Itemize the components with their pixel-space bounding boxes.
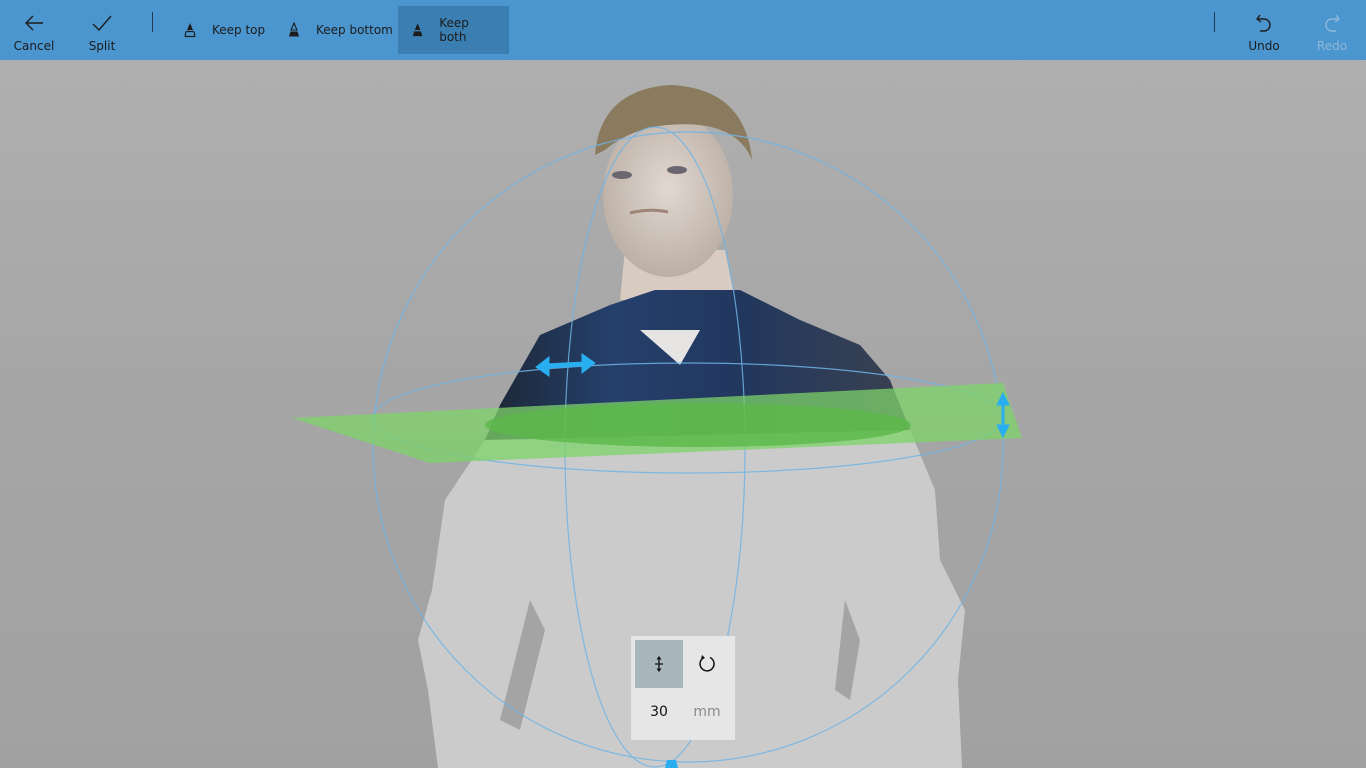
model-eye-left	[612, 171, 632, 179]
keep-bottom-button[interactable]: Keep bottom	[274, 6, 405, 54]
cut-section	[485, 403, 911, 447]
rotate-mode-button[interactable]	[683, 640, 731, 688]
keep-both-button[interactable]: Keep both	[398, 6, 509, 54]
redo-button[interactable]: Redo	[1308, 0, 1356, 60]
undo-button[interactable]: Undo	[1240, 0, 1288, 60]
redo-icon	[1325, 14, 1340, 32]
move-mode-button[interactable]	[635, 640, 683, 688]
toolbar: Cancel Split Keep top Keep bottom Keep b…	[0, 0, 1366, 60]
keep-both-icon	[412, 23, 423, 37]
checkmark-icon	[92, 15, 112, 32]
move-icon	[655, 656, 663, 672]
keep-top-label: Keep top	[212, 23, 266, 37]
split-label: Split	[88, 39, 116, 53]
cancel-label: Cancel	[13, 39, 55, 53]
keep-both-label: Keep both	[439, 16, 469, 44]
undo-icon	[1256, 14, 1271, 32]
rotate-icon	[699, 655, 715, 672]
redo-label: Redo	[1316, 39, 1348, 53]
cancel-button[interactable]: Cancel	[10, 0, 58, 60]
keep-top-button[interactable]: Keep top	[170, 6, 277, 54]
keep-top-icon	[184, 23, 196, 38]
arrow-left-icon	[25, 15, 43, 31]
bottom-rotate-handle	[665, 760, 678, 768]
toolbar-divider	[152, 12, 153, 32]
transform-panel: 30 mm	[631, 636, 735, 740]
toolbar-divider	[1214, 12, 1215, 32]
model-eye-right	[667, 166, 687, 174]
offset-unit-label: mm	[693, 704, 721, 720]
undo-label: Undo	[1248, 39, 1280, 53]
keep-bottom-icon	[289, 22, 299, 37]
keep-bottom-label: Keep bottom	[316, 23, 393, 37]
offset-value-input[interactable]: 30	[635, 692, 683, 732]
split-button[interactable]: Split	[78, 0, 126, 60]
